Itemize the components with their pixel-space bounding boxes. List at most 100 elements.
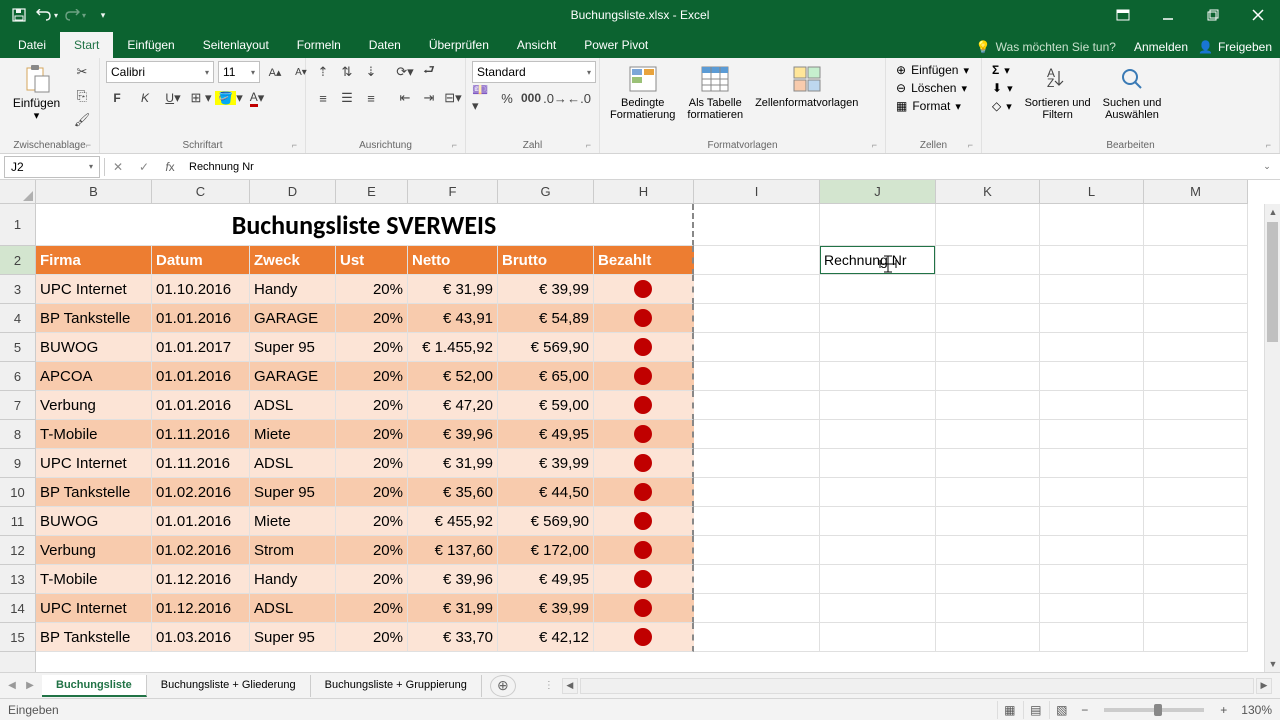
cell[interactable] — [1144, 275, 1248, 304]
cell[interactable]: 01.01.2016 — [152, 362, 250, 391]
cell[interactable]: BP Tankstelle — [36, 478, 152, 507]
select-all-corner[interactable] — [0, 180, 36, 204]
percent-format-icon[interactable]: % — [496, 87, 518, 109]
cell[interactable] — [1040, 449, 1144, 478]
merge-button[interactable]: ⊟▾ — [442, 87, 464, 109]
insert-function-icon[interactable]: fx — [157, 156, 183, 178]
cell[interactable]: € 31,99 — [408, 449, 498, 478]
cell[interactable] — [936, 333, 1040, 362]
cell[interactable] — [936, 275, 1040, 304]
cell[interactable]: 01.03.2016 — [152, 623, 250, 652]
active-cell[interactable] — [820, 246, 936, 275]
row-header[interactable]: 1 — [0, 204, 35, 246]
cells-area[interactable]: Buchungsliste SVERWEISFirmaDatumZweckUst… — [36, 204, 1280, 672]
cell[interactable] — [936, 623, 1040, 652]
column-header[interactable]: D — [250, 180, 336, 203]
cell[interactable] — [694, 478, 820, 507]
cell[interactable]: BUWOG — [36, 507, 152, 536]
cell[interactable]: € 39,96 — [408, 565, 498, 594]
cell[interactable]: 01.11.2016 — [152, 420, 250, 449]
sheet-tab[interactable]: Buchungsliste + Gliederung — [147, 675, 311, 697]
cell[interactable]: € 31,99 — [408, 594, 498, 623]
cell[interactable] — [694, 623, 820, 652]
signin-link[interactable]: Anmelden — [1134, 40, 1188, 54]
cell[interactable]: 20% — [336, 623, 408, 652]
formula-input[interactable] — [183, 161, 1254, 173]
tab-nav-next[interactable]: ▶ — [22, 676, 38, 696]
cell-styles-button[interactable]: Zellenformatvorlagen — [751, 61, 862, 111]
cell[interactable]: ADSL — [250, 594, 336, 623]
page-break-view-icon[interactable]: ▧ — [1049, 701, 1073, 719]
cell[interactable] — [594, 594, 694, 623]
cell[interactable]: T-Mobile — [36, 420, 152, 449]
cell[interactable] — [1040, 420, 1144, 449]
scroll-down-arrow[interactable]: ▼ — [1265, 656, 1280, 672]
cell[interactable]: € 1.455,92 — [408, 333, 498, 362]
row-header[interactable]: 2 — [0, 246, 35, 275]
cancel-edit-icon[interactable]: ✕ — [105, 156, 131, 178]
cell[interactable]: € 49,95 — [498, 420, 594, 449]
autosum-button[interactable]: Σ ▾ — [988, 61, 1017, 79]
name-box[interactable]: J2▾ — [4, 156, 100, 178]
cell[interactable]: UPC Internet — [36, 594, 152, 623]
cell[interactable] — [1040, 362, 1144, 391]
cell[interactable]: 20% — [336, 275, 408, 304]
cell[interactable]: Zweck — [250, 246, 336, 275]
scroll-up-arrow[interactable]: ▲ — [1265, 204, 1280, 220]
ribbon-tab-power pivot[interactable]: Power Pivot — [570, 32, 662, 58]
find-select-button[interactable]: Suchen und Auswählen — [1099, 61, 1166, 123]
cell[interactable] — [1144, 304, 1248, 333]
cell[interactable] — [1144, 623, 1248, 652]
cell[interactable] — [936, 478, 1040, 507]
cell[interactable] — [1144, 507, 1248, 536]
row-header[interactable]: 6 — [0, 362, 35, 391]
cell[interactable]: Miete — [250, 507, 336, 536]
normal-view-icon[interactable]: ▦ — [997, 701, 1021, 719]
cell[interactable] — [594, 536, 694, 565]
cell[interactable] — [594, 304, 694, 333]
fill-color-button[interactable]: 🪣▾ — [218, 87, 240, 109]
row-headers[interactable]: 123456789101112131415 — [0, 204, 36, 672]
cell[interactable]: € 33,70 — [408, 623, 498, 652]
cell[interactable] — [1144, 204, 1248, 246]
cell[interactable]: € 39,96 — [408, 420, 498, 449]
cell[interactable] — [594, 449, 694, 478]
cell[interactable] — [936, 536, 1040, 565]
cell[interactable]: Super 95 — [250, 333, 336, 362]
column-header[interactable]: G — [498, 180, 594, 203]
cell[interactable]: Strom — [250, 536, 336, 565]
zoom-out-button[interactable]: − — [1075, 703, 1094, 717]
cell[interactable] — [936, 246, 1040, 275]
cell[interactable] — [694, 362, 820, 391]
font-size-combo[interactable]: 11▾ — [218, 61, 260, 83]
cell[interactable]: Handy — [250, 275, 336, 304]
zoom-slider[interactable] — [1104, 708, 1204, 712]
clear-button[interactable]: ◇ ▾ — [988, 97, 1017, 115]
row-header[interactable]: 9 — [0, 449, 35, 478]
save-button[interactable] — [8, 4, 30, 26]
cell[interactable] — [694, 449, 820, 478]
accounting-format-icon[interactable]: 💷▾ — [472, 87, 494, 109]
cut-button[interactable]: ✂ — [71, 61, 93, 83]
cell[interactable]: 01.12.2016 — [152, 565, 250, 594]
cell[interactable] — [694, 594, 820, 623]
cell[interactable]: 20% — [336, 507, 408, 536]
cell[interactable] — [1144, 594, 1248, 623]
tab-nav-prev[interactable]: ◀ — [4, 676, 20, 696]
cell[interactable]: 20% — [336, 304, 408, 333]
cell[interactable] — [594, 623, 694, 652]
cell[interactable]: € 137,60 — [408, 536, 498, 565]
cell[interactable]: GARAGE — [250, 362, 336, 391]
cell[interactable]: 20% — [336, 362, 408, 391]
bold-button[interactable]: F — [106, 87, 128, 109]
cell[interactable] — [820, 507, 936, 536]
cell[interactable] — [936, 507, 1040, 536]
cell[interactable]: UPC Internet — [36, 449, 152, 478]
number-format-combo[interactable]: Standard▾ — [472, 61, 596, 83]
cell[interactable]: APCOA — [36, 362, 152, 391]
conditional-formatting-button[interactable]: Bedingte Formatierung — [606, 61, 679, 123]
cell[interactable]: T-Mobile — [36, 565, 152, 594]
cell[interactable] — [694, 507, 820, 536]
cell[interactable] — [1040, 246, 1144, 275]
ribbon-tab-daten[interactable]: Daten — [355, 32, 415, 58]
